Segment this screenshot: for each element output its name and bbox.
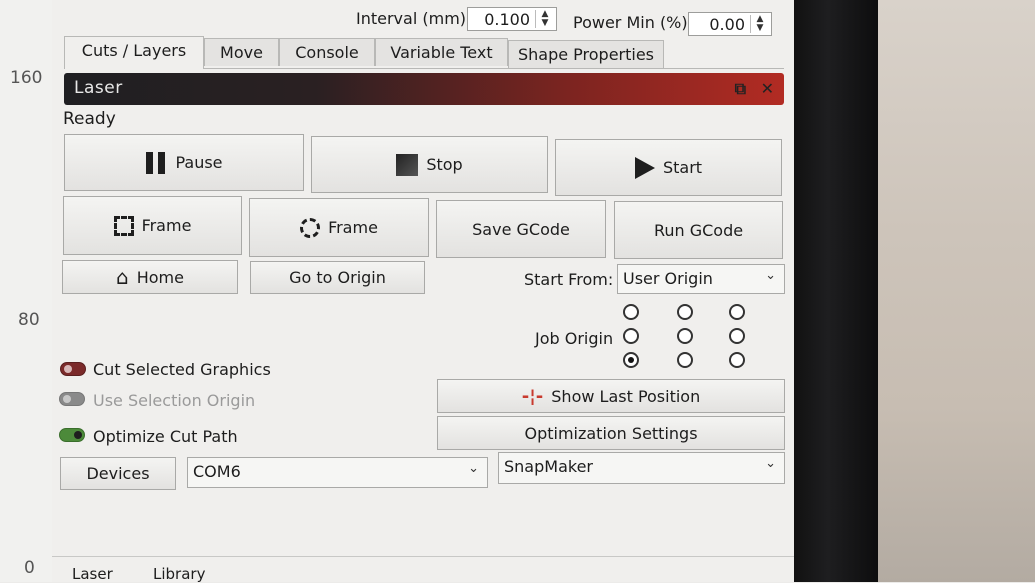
top-settings-row: Interval (mm) 0.100 ▲ ▼ Power Min (%) 0.0…: [66, 0, 786, 40]
stop-label: Stop: [426, 155, 463, 174]
pause-button[interactable]: Pause: [64, 134, 304, 191]
cut-selected-graphics-toggle[interactable]: [60, 362, 86, 376]
start-from-label: Start From:: [524, 270, 614, 289]
interval-value: 0.100: [484, 10, 530, 29]
job-origin-top-center[interactable]: [677, 304, 693, 320]
port-select[interactable]: COM6 ⌄: [187, 457, 488, 488]
start-from-select[interactable]: User Origin ⌄: [617, 264, 785, 294]
start-from-value: User Origin: [623, 269, 713, 288]
show-last-position-button[interactable]: -¦- Show Last Position: [437, 379, 785, 413]
show-last-position-label: Show Last Position: [551, 386, 701, 406]
optimize-cut-path-toggle[interactable]: [59, 428, 85, 442]
tab-console[interactable]: Console: [279, 38, 375, 66]
frame-circle-label: Frame: [328, 218, 378, 237]
job-origin-bottom-center[interactable]: [677, 352, 693, 368]
go-to-origin-label: Go to Origin: [289, 268, 386, 287]
use-selection-origin-label: Use Selection Origin: [93, 391, 256, 410]
job-origin-label: Job Origin: [535, 329, 614, 348]
go-to-origin-button[interactable]: Go to Origin: [250, 261, 425, 294]
monitor-bezel: [794, 0, 878, 582]
start-label: Start: [662, 158, 703, 177]
ruler-mark-80: 80: [18, 310, 40, 330]
optimize-cut-path-label: Optimize Cut Path: [93, 427, 238, 446]
frame-rect-button[interactable]: Frame: [63, 196, 242, 255]
job-origin-top-left[interactable]: [623, 304, 639, 320]
start-button[interactable]: Start: [555, 139, 782, 196]
status-text: Ready: [63, 109, 116, 129]
bottom-tabs: Laser Library: [52, 556, 794, 583]
home-button[interactable]: ⌂ Home: [62, 260, 238, 294]
laser-window: Interval (mm) 0.100 ▲ ▼ Power Min (%) 0.0…: [52, 0, 794, 583]
tab-move[interactable]: Move: [204, 38, 279, 66]
tab-library[interactable]: Library: [153, 565, 205, 583]
crosshair-icon: -¦-: [521, 385, 544, 407]
panel-tabs: Cuts / Layers Move Console Variable Text…: [64, 36, 784, 69]
chevron-down-icon: ⌄: [468, 461, 479, 476]
cut-selected-graphics-label: Cut Selected Graphics: [93, 360, 271, 379]
save-gcode-label: Save GCode: [472, 219, 570, 239]
home-label: Home: [136, 267, 184, 287]
run-gcode-button[interactable]: Run GCode: [614, 201, 783, 259]
job-origin-middle-left[interactable]: [623, 328, 639, 344]
optimization-settings-button[interactable]: Optimization Settings: [437, 416, 785, 450]
devices-button[interactable]: Devices: [60, 457, 176, 490]
tab-variable-text[interactable]: Variable Text: [375, 38, 508, 66]
pause-label: Pause: [175, 153, 223, 172]
home-icon: ⌂: [116, 265, 129, 289]
spin-arrows-icon[interactable]: ▲ ▼: [750, 15, 769, 33]
chevron-down-icon: ⌄: [765, 268, 776, 283]
float-window-icon[interactable]: ⧉: [735, 79, 746, 99]
laser-panel-title: Laser: [74, 78, 123, 98]
chevron-down-icon: ⌄: [765, 456, 776, 471]
frame-circle-button[interactable]: Frame: [249, 198, 429, 257]
frame-circle-icon: [300, 217, 321, 238]
stop-button[interactable]: Stop: [311, 136, 548, 193]
power-min-spinbox[interactable]: 0.00 ▲ ▼: [688, 12, 772, 36]
laser-panel-header: Laser ⧉ ✕: [64, 73, 784, 105]
frame-rectangle-icon: [113, 215, 134, 236]
job-origin-bottom-right[interactable]: [729, 352, 745, 368]
job-origin-middle-right[interactable]: [729, 328, 745, 344]
interval-label: Interval (mm): [356, 9, 467, 28]
use-selection-origin-toggle[interactable]: [59, 392, 85, 406]
run-gcode-label: Run GCode: [653, 220, 744, 240]
tab-laser[interactable]: Laser: [72, 565, 113, 583]
frame-rect-label: Frame: [141, 216, 192, 235]
device-value: SnapMaker: [504, 457, 593, 476]
tab-shape-properties[interactable]: Shape Properties: [508, 40, 664, 68]
optimization-settings-label: Optimization Settings: [524, 423, 698, 443]
job-origin-middle-center[interactable]: [677, 328, 693, 344]
ruler-mark-160: 160: [10, 68, 43, 88]
save-gcode-button[interactable]: Save GCode: [436, 200, 606, 258]
tab-cuts-layers[interactable]: Cuts / Layers: [64, 36, 204, 69]
devices-label: Devices: [86, 464, 150, 483]
close-icon[interactable]: ✕: [761, 79, 774, 98]
vertical-ruler: 160 80 0: [0, 0, 53, 582]
background-scene: [878, 0, 1035, 582]
job-origin-top-right[interactable]: [729, 304, 745, 320]
port-value: COM6: [193, 462, 241, 481]
device-select[interactable]: SnapMaker ⌄: [498, 452, 785, 484]
pause-icon: [145, 151, 167, 174]
stop-icon: [396, 153, 419, 176]
job-origin-bottom-left[interactable]: [623, 352, 639, 368]
ruler-mark-0: 0: [24, 558, 35, 578]
spin-arrows-icon[interactable]: ▲ ▼: [535, 10, 554, 28]
power-min-value: 0.00: [709, 15, 745, 34]
play-icon: [634, 156, 655, 179]
interval-spinbox[interactable]: 0.100 ▲ ▼: [467, 7, 557, 31]
power-min-label: Power Min (%): [573, 13, 688, 32]
